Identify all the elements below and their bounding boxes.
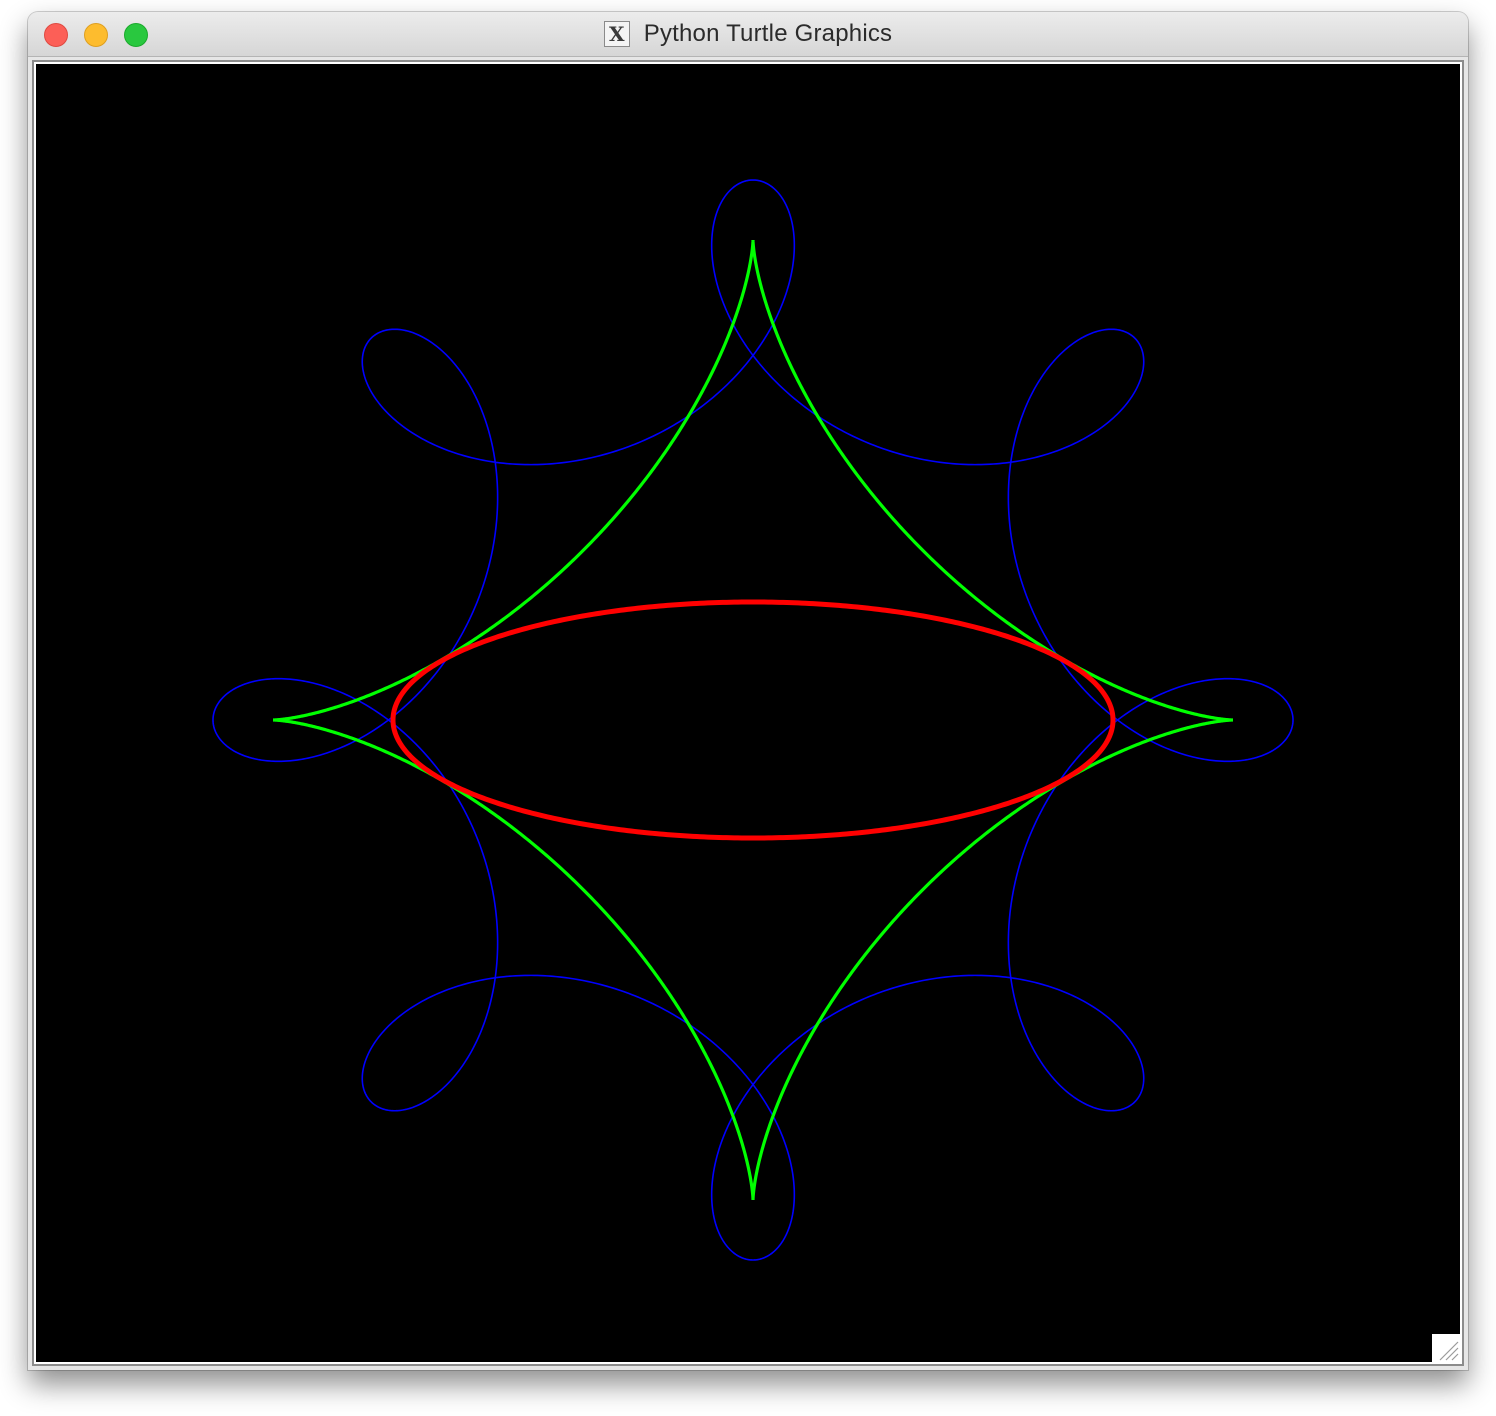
- green-astroid-curve: [273, 240, 1233, 1200]
- red-ellipse-curve: [390, 599, 1116, 841]
- turtle-window: X Python Turtle Graphics: [28, 12, 1468, 1370]
- drawing-surface: [212, 179, 1294, 1261]
- canvas-frame: [32, 60, 1464, 1366]
- x11-app-icon: X: [603, 21, 630, 47]
- window-title: Python Turtle Graphics: [643, 20, 893, 47]
- turtle-canvas[interactable]: [36, 64, 1460, 1362]
- window-title-group: X Python Turtle Graphics: [28, 12, 1468, 56]
- blue-loop-curve: [212, 179, 1294, 1261]
- resize-grip-icon[interactable]: [1432, 1334, 1460, 1362]
- title-bar[interactable]: X Python Turtle Graphics: [28, 12, 1468, 57]
